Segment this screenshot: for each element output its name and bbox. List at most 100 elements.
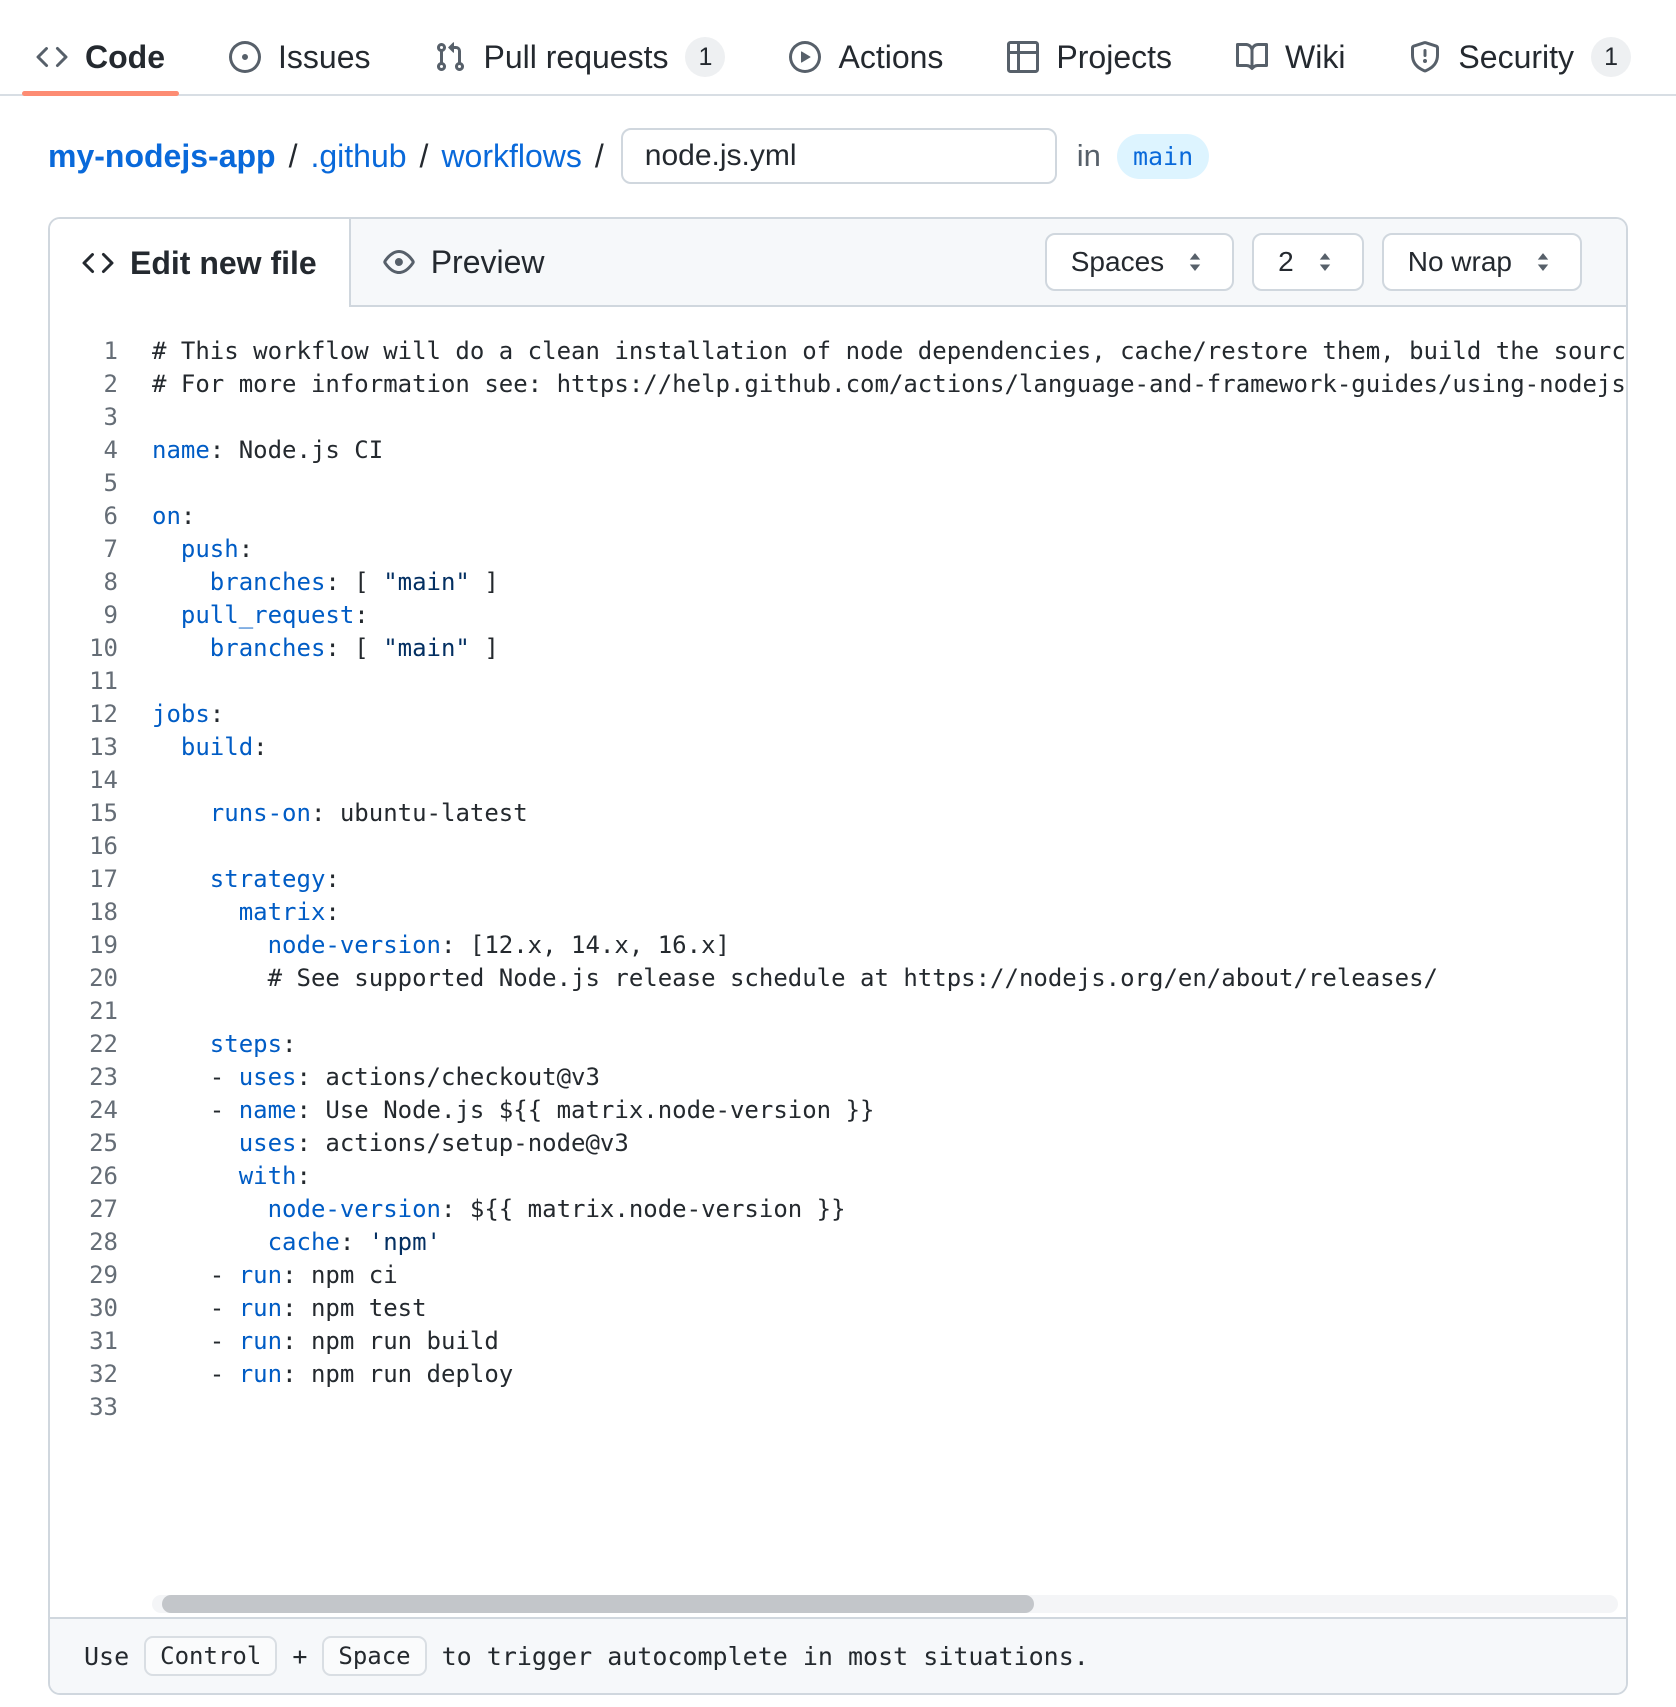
tab-preview[interactable]: Preview xyxy=(351,219,577,305)
line-number: 28 xyxy=(50,1226,118,1259)
line-content: build: xyxy=(152,731,268,764)
code-line[interactable]: 4name: Node.js CI xyxy=(50,434,1626,467)
code-line[interactable]: 31 - run: npm run build xyxy=(50,1325,1626,1358)
code-line[interactable]: 8 branches: [ "main" ] xyxy=(50,566,1626,599)
code-line[interactable]: 16 xyxy=(50,830,1626,863)
line-number: 14 xyxy=(50,764,118,797)
code-line[interactable]: 29 - run: npm ci xyxy=(50,1259,1626,1292)
line-number: 21 xyxy=(50,995,118,1028)
select-value: No wrap xyxy=(1408,246,1512,278)
select-value: 2 xyxy=(1278,246,1294,278)
line-number: 25 xyxy=(50,1127,118,1160)
line-number: 29 xyxy=(50,1259,118,1292)
code-line[interactable]: 18 matrix: xyxy=(50,896,1626,929)
code-line[interactable]: 12jobs: xyxy=(50,698,1626,731)
breadcrumb: my-nodejs-app/.github/workflows/ in main xyxy=(48,128,1676,184)
control-key: Control xyxy=(144,1636,277,1676)
code-editor[interactable]: 1# This workflow will do a clean install… xyxy=(50,307,1626,1617)
nav-tab-actions[interactable]: Actions xyxy=(773,20,959,94)
nav-tab-wiki[interactable]: Wiki xyxy=(1220,20,1361,94)
line-content: - run: npm run deploy xyxy=(152,1358,513,1391)
line-number: 2 xyxy=(50,368,118,401)
issue-opened-icon xyxy=(229,41,261,73)
line-number: 3 xyxy=(50,401,118,434)
horizontal-scrollbar[interactable] xyxy=(152,1595,1618,1613)
code-line[interactable]: 17 strategy: xyxy=(50,863,1626,896)
code-line[interactable]: 33 xyxy=(50,1391,1626,1424)
breadcrumb-repo[interactable]: my-nodejs-app xyxy=(48,138,276,175)
code-line[interactable]: 7 push: xyxy=(50,533,1626,566)
code-line[interactable]: 30 - run: npm test xyxy=(50,1292,1626,1325)
nav-tab-security[interactable]: Security1 xyxy=(1393,20,1647,94)
code-line[interactable]: 14 xyxy=(50,764,1626,797)
tab-edit-new-file[interactable]: Edit new file xyxy=(50,219,351,307)
code-line[interactable]: 10 branches: [ "main" ] xyxy=(50,632,1626,665)
line-number: 12 xyxy=(50,698,118,731)
select-spaces[interactable]: Spaces xyxy=(1045,233,1234,291)
nav-tab-label: Pull requests xyxy=(483,39,668,76)
code-line[interactable]: 6on: xyxy=(50,500,1626,533)
hint-suffix: to trigger autocomplete in most situatio… xyxy=(442,1642,1089,1671)
breadcrumb-separator: / xyxy=(595,138,604,175)
counter-badge: 1 xyxy=(1591,37,1631,77)
file-editor: Edit new file Preview Spaces 2 No wrap 1# T… xyxy=(48,217,1628,1695)
line-number: 22 xyxy=(50,1028,118,1061)
nav-tab-projects[interactable]: Projects xyxy=(991,20,1188,94)
breadcrumb-path: my-nodejs-app/.github/workflows/ xyxy=(48,138,617,175)
code-line[interactable]: 15 runs-on: ubuntu-latest xyxy=(50,797,1626,830)
line-content: # See supported Node.js release schedule… xyxy=(152,962,1438,995)
filename-input[interactable] xyxy=(621,128,1057,184)
line-number: 17 xyxy=(50,863,118,896)
line-number: 9 xyxy=(50,599,118,632)
breadcrumb-separator: / xyxy=(420,138,429,175)
line-number: 24 xyxy=(50,1094,118,1127)
unfold-icon xyxy=(1312,249,1338,275)
code-line[interactable]: 22 steps: xyxy=(50,1028,1626,1061)
code-line[interactable]: 19 node-version: [12.x, 14.x, 16.x] xyxy=(50,929,1626,962)
line-number: 6 xyxy=(50,500,118,533)
code-line[interactable]: 2 # For more information see: https://hel… xyxy=(50,368,1626,401)
code-icon xyxy=(82,247,114,279)
breadcrumb-dir--github[interactable]: .github xyxy=(310,138,406,175)
scrollbar-thumb[interactable] xyxy=(162,1595,1034,1613)
line-content: node-version: ${{ matrix.node-version }} xyxy=(152,1193,846,1226)
code-line[interactable]: 13 build: xyxy=(50,731,1626,764)
line-number: 18 xyxy=(50,896,118,929)
breadcrumb-dir-workflows[interactable]: workflows xyxy=(441,138,581,175)
repo-nav: Code Issues Pull requests 1 Actions Projects W… xyxy=(0,0,1676,96)
line-number: 7 xyxy=(50,533,118,566)
code-line[interactable]: 3 xyxy=(50,401,1626,434)
code-line[interactable]: 27 node-version: ${{ matrix.node-version… xyxy=(50,1193,1626,1226)
line-content: # For more information see: https://help… xyxy=(152,368,1626,401)
nav-tab-label: Code xyxy=(85,39,165,76)
counter-badge: 1 xyxy=(685,37,725,77)
line-content: strategy: xyxy=(152,863,340,896)
code-line[interactable]: 9 pull_request: xyxy=(50,599,1626,632)
code-line[interactable]: 26 with: xyxy=(50,1160,1626,1193)
select-2[interactable]: 2 xyxy=(1252,233,1364,291)
tab-label: Edit new file xyxy=(130,245,317,282)
editor-tabbar: Edit new file Preview Spaces 2 No wrap xyxy=(50,219,1626,307)
line-number: 11 xyxy=(50,665,118,698)
code-line[interactable]: 25 uses: actions/setup-node@v3 xyxy=(50,1127,1626,1160)
line-number: 23 xyxy=(50,1061,118,1094)
branch-badge: main xyxy=(1117,134,1209,179)
code-line[interactable]: 5 xyxy=(50,467,1626,500)
code-line[interactable]: 23 - uses: actions/checkout@v3 xyxy=(50,1061,1626,1094)
code-line[interactable]: 28 cache: 'npm' xyxy=(50,1226,1626,1259)
code-line[interactable]: 11 xyxy=(50,665,1626,698)
code-line[interactable]: 1# This workflow will do a clean install… xyxy=(50,335,1626,368)
unfold-icon xyxy=(1530,249,1556,275)
nav-tab-pull-requests[interactable]: Pull requests 1 xyxy=(418,20,741,94)
line-content: - run: npm ci xyxy=(152,1259,398,1292)
code-line[interactable]: 21 xyxy=(50,995,1626,1028)
code-line[interactable]: 32 - run: npm run deploy xyxy=(50,1358,1626,1391)
nav-tab-code[interactable]: Code xyxy=(20,20,181,94)
nav-tab-issues[interactable]: Issues xyxy=(213,20,386,94)
line-number: 1 xyxy=(50,335,118,368)
code-line[interactable]: 20 # See supported Node.js release sched… xyxy=(50,962,1626,995)
git-pull-request-icon xyxy=(434,41,466,73)
code-line[interactable]: 24 - name: Use Node.js ${{ matrix.node-v… xyxy=(50,1094,1626,1127)
select-no-wrap[interactable]: No wrap xyxy=(1382,233,1582,291)
select-value: Spaces xyxy=(1071,246,1164,278)
